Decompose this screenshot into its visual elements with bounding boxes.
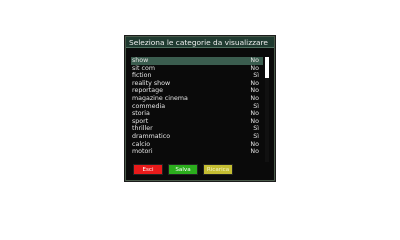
category-label: reportage	[132, 87, 163, 95]
category-row-reality-show[interactable]: reality show No	[131, 80, 263, 88]
category-value: No	[250, 110, 259, 118]
category-value: Sì	[253, 72, 259, 80]
category-row-sit-com[interactable]: sit com No	[131, 65, 263, 73]
category-value: No	[250, 140, 259, 148]
category-label: calcio	[132, 140, 151, 148]
category-value: Sì	[253, 125, 259, 133]
category-label: fiction	[132, 72, 152, 80]
dialog-title: Seleziona le categorie da visualizzare	[126, 37, 274, 48]
category-label: storia	[132, 110, 150, 118]
category-value: No	[250, 57, 259, 64]
category-value: No	[250, 148, 259, 156]
category-label: commedia	[132, 102, 166, 110]
category-value: Sì	[253, 132, 259, 140]
category-row-commedia[interactable]: commedia Sì	[131, 103, 263, 111]
category-label: magazine cinema	[132, 94, 188, 102]
category-label: drammatico	[132, 132, 171, 140]
category-row-magazine-cinema[interactable]: magazine cinema No	[131, 95, 263, 103]
scrollbar-thumb[interactable]	[265, 57, 269, 78]
category-row-show[interactable]: show No	[131, 57, 263, 65]
category-row-motori[interactable]: motori No	[131, 148, 263, 156]
category-value: No	[250, 79, 259, 87]
category-row-fiction[interactable]: fiction Sì	[131, 72, 263, 80]
category-label: sport	[132, 117, 149, 125]
category-row-reportage[interactable]: reportage No	[131, 87, 263, 95]
category-row-storia[interactable]: storia No	[131, 110, 263, 118]
category-label: thriller	[132, 125, 153, 133]
category-row-calcio[interactable]: calcio No	[131, 141, 263, 149]
category-label: show	[132, 57, 149, 64]
category-list: show No sit com No fiction Sì reality sh…	[131, 57, 263, 162]
reload-button[interactable]: Ricarica	[203, 164, 233, 175]
category-value: Sì	[253, 102, 259, 110]
category-label: sit com	[132, 64, 155, 72]
exit-button[interactable]: Esci	[133, 164, 163, 175]
category-row-drammatico[interactable]: drammatico Sì	[131, 133, 263, 141]
category-label: motori	[132, 148, 153, 156]
category-row-sport[interactable]: sport No	[131, 118, 263, 126]
category-row-thriller[interactable]: thriller Sì	[131, 125, 263, 133]
list-scrollbar[interactable]	[265, 57, 269, 162]
category-dialog: Seleziona le categorie da visualizzare s…	[125, 36, 275, 181]
category-value: No	[250, 94, 259, 102]
category-value: No	[250, 87, 259, 95]
save-button[interactable]: Salva	[168, 164, 198, 175]
category-label: reality show	[132, 79, 171, 87]
